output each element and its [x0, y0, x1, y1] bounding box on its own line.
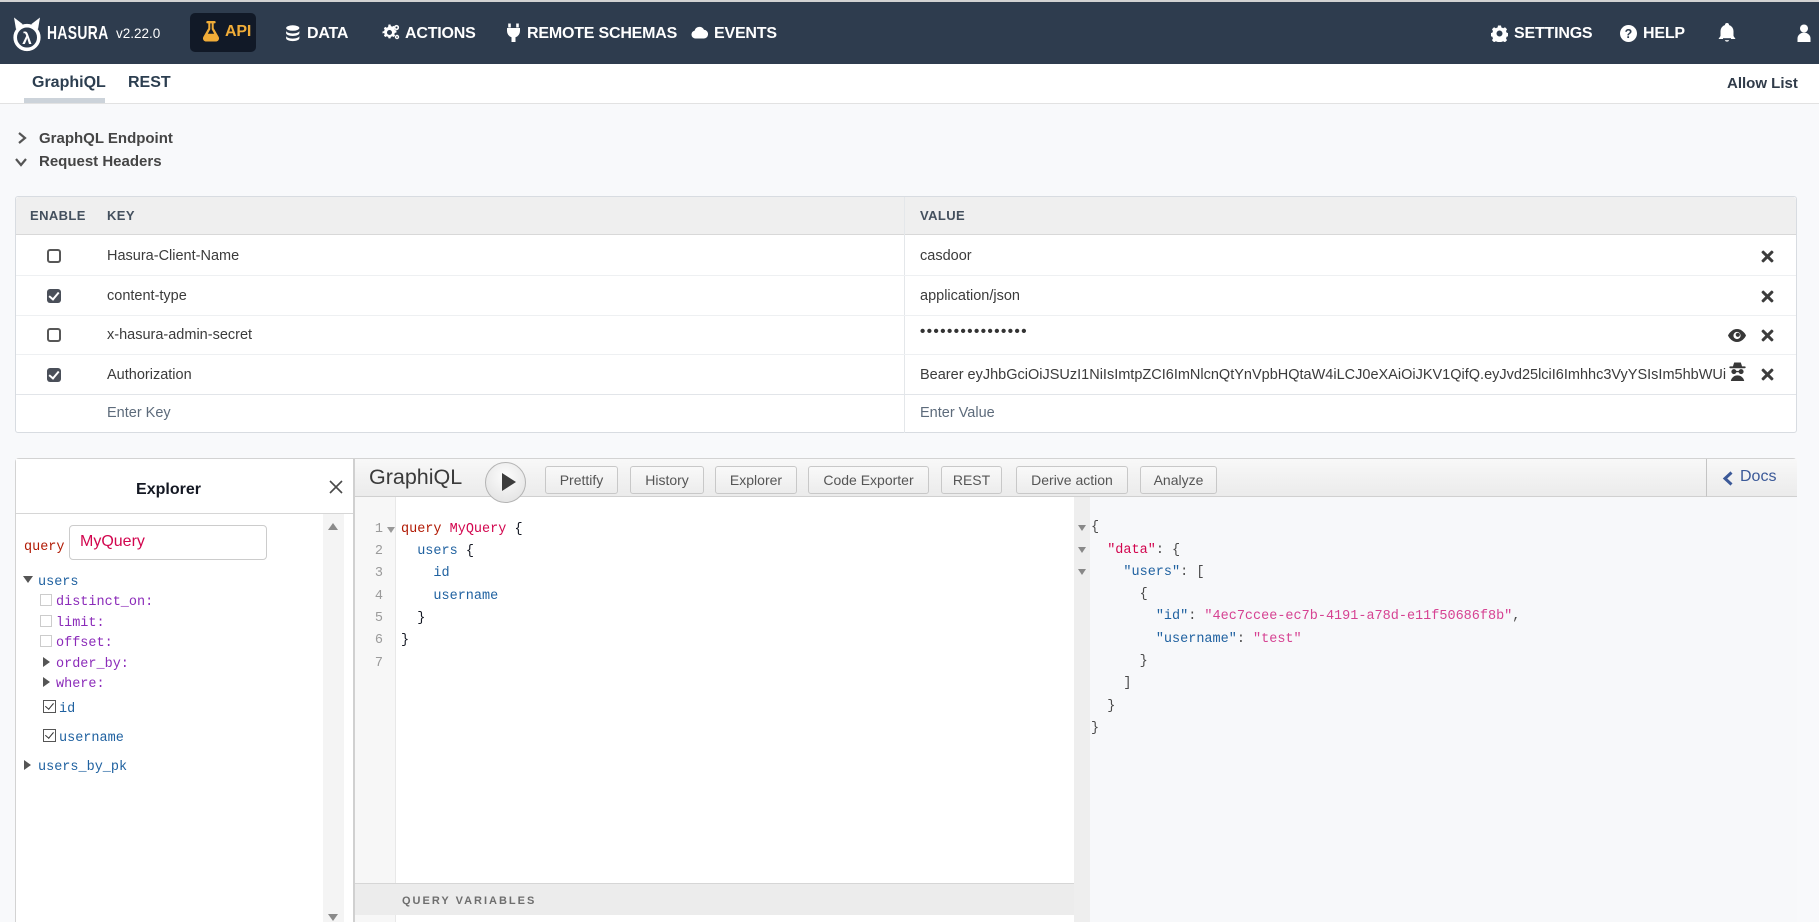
- svg-text:?: ?: [1625, 27, 1633, 41]
- svg-text:λ: λ: [22, 29, 32, 48]
